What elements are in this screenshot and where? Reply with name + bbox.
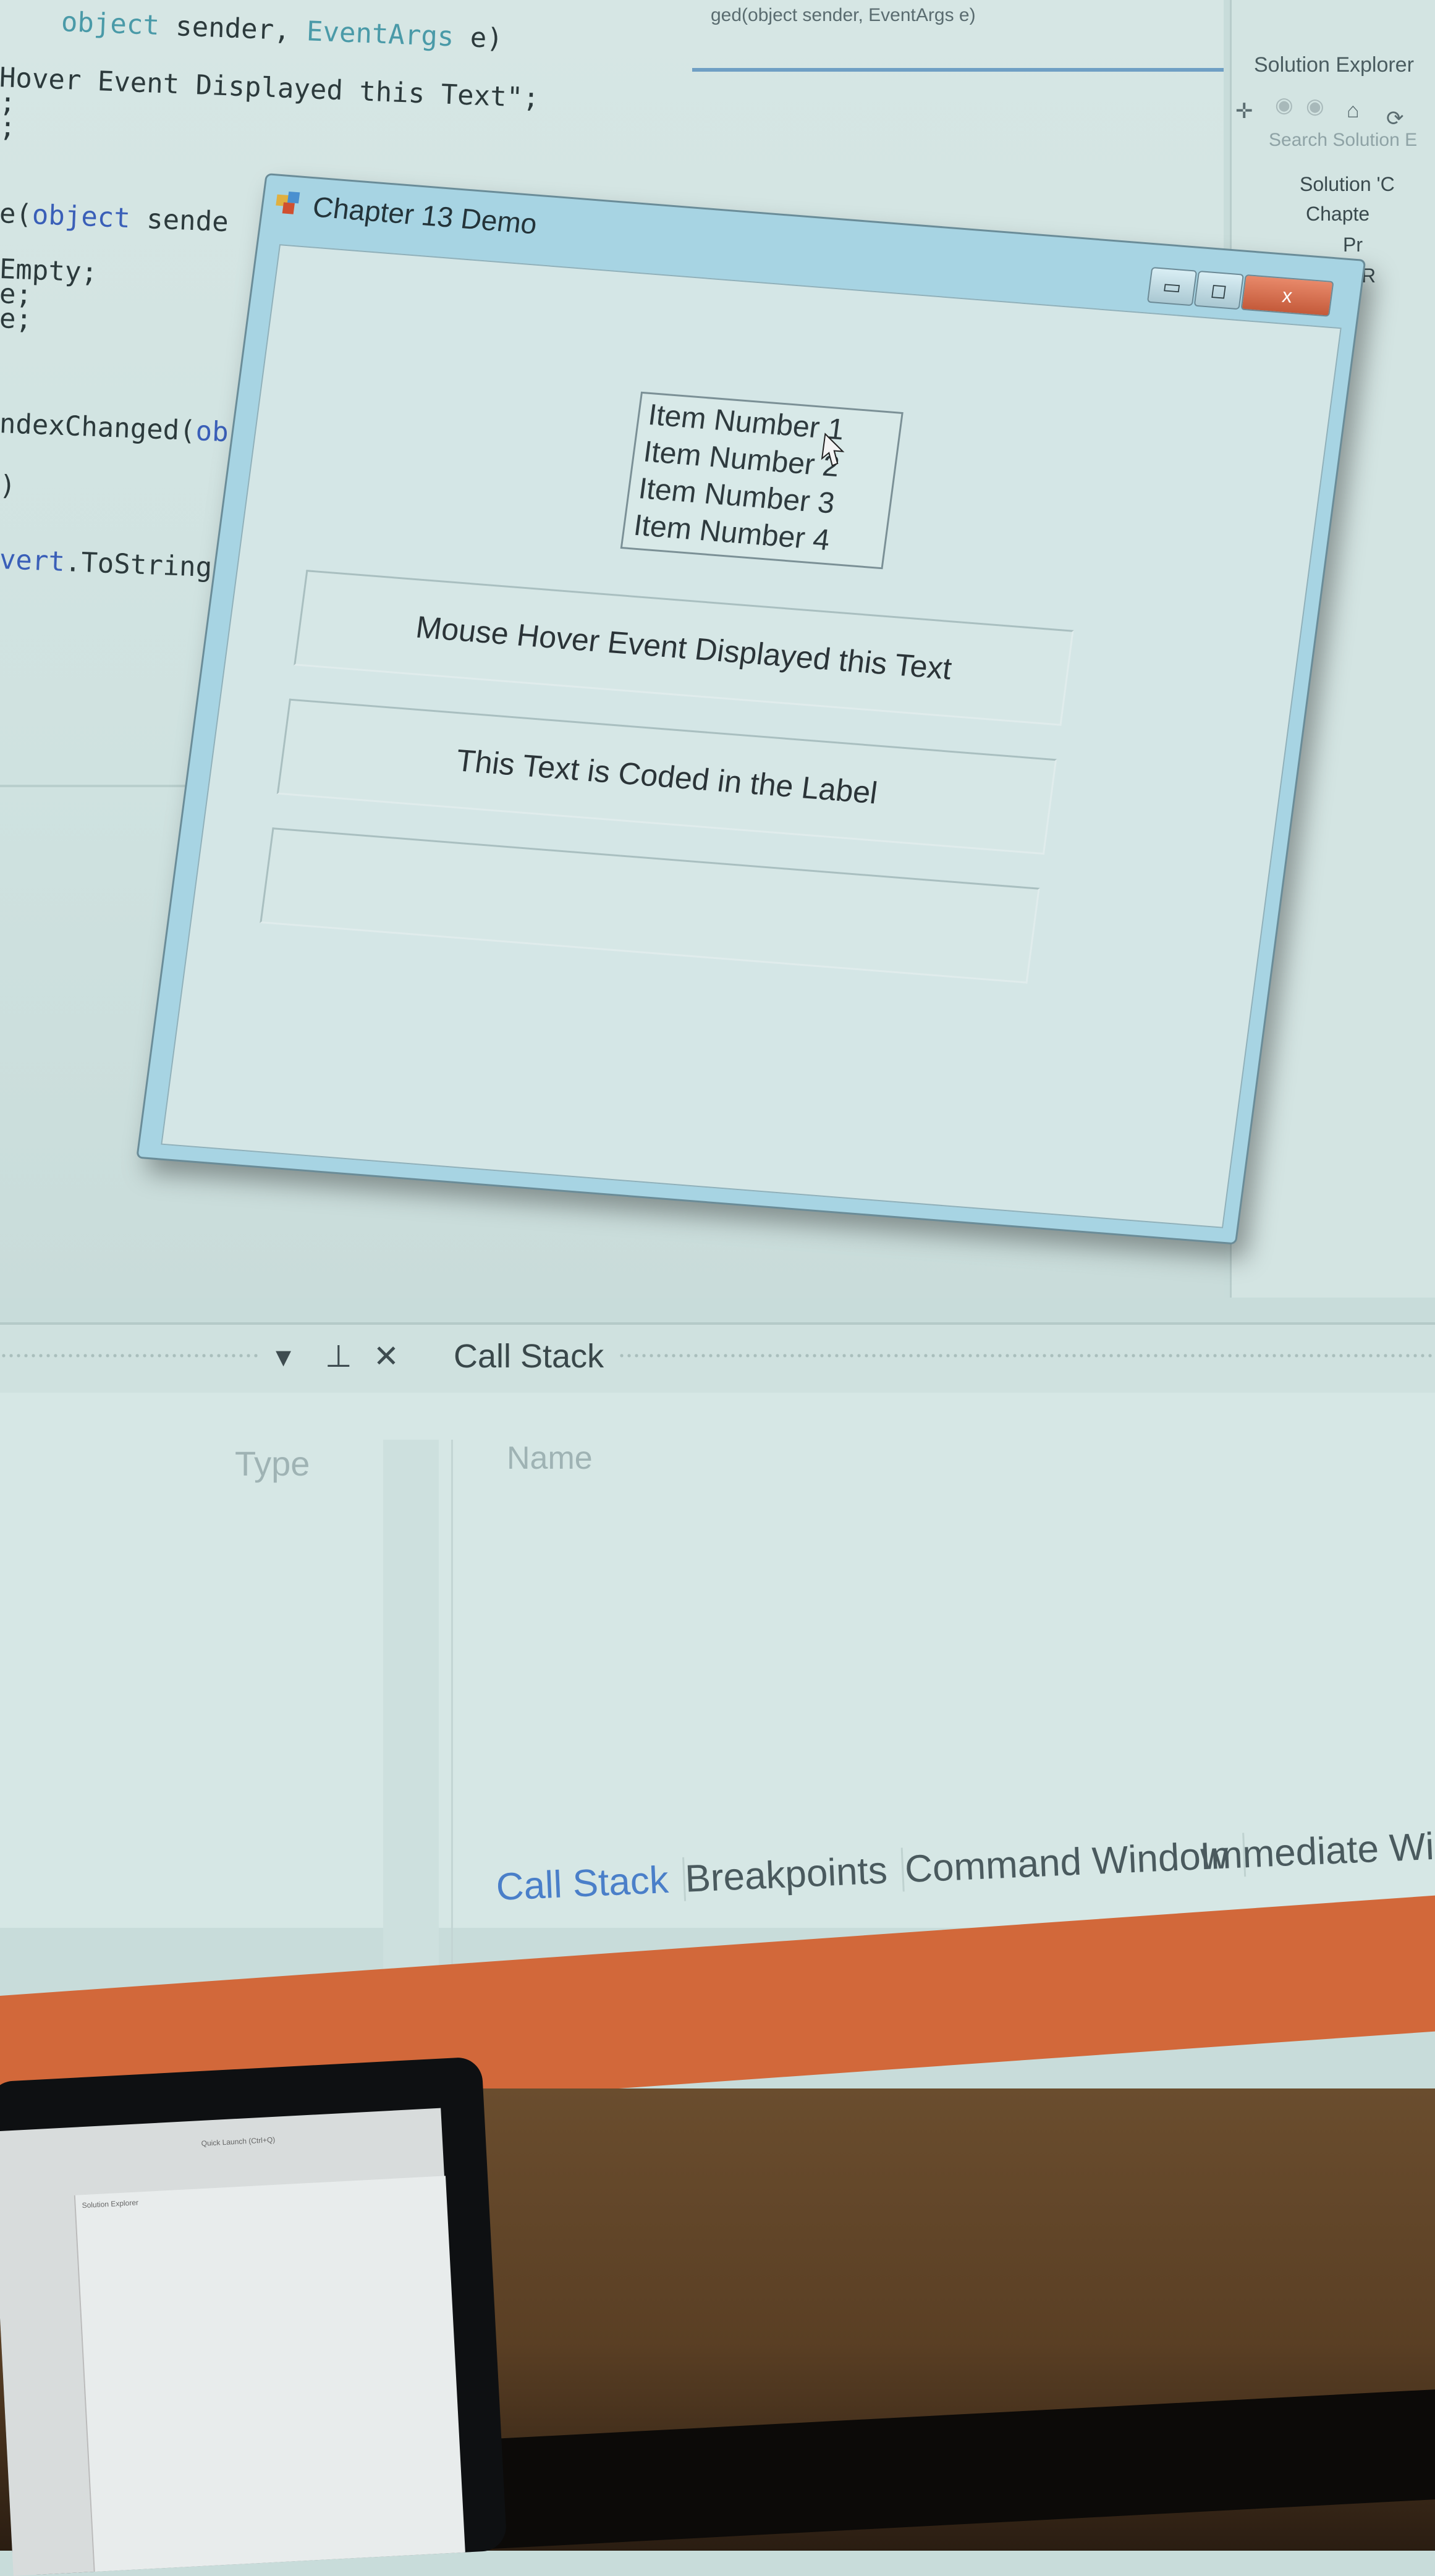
quick-launch-input: Quick Launch (Ctrl+Q)	[201, 2135, 276, 2148]
pin-icon[interactable]: ✛	[1235, 99, 1253, 124]
tab-breakpoints[interactable]: Breakpoints	[684, 1848, 905, 1901]
panel-grip	[0, 1352, 260, 1361]
empty-label	[260, 827, 1040, 984]
laptop-solution-explorer-title: Solution Explorer	[82, 2198, 139, 2210]
demo-window[interactable]: Chapter 13 Demo ▭ ◻ x Item Number 1 Item…	[136, 173, 1366, 1245]
editor-tab-text: ged(object sender, EventArgs e)	[711, 5, 976, 25]
code-line[interactable]: vert.ToString(	[0, 544, 229, 584]
code-line[interactable]: Hover Event Displayed this Text";	[0, 62, 540, 114]
maximize-button[interactable]: ◻	[1193, 270, 1244, 310]
forward-icon[interactable]: ◉	[1306, 94, 1324, 119]
laptop: Quick Launch (Ctrl+Q) Solution Explorer	[0, 2056, 507, 2576]
app-icon	[276, 192, 300, 214]
minimize-button[interactable]: ▭	[1146, 266, 1198, 306]
solution-explorer-title: Solution Explorer	[1254, 53, 1414, 77]
item-listbox[interactable]: Item Number 1 Item Number 2 Item Number …	[620, 391, 904, 570]
tab-call-stack[interactable]: Call Stack	[495, 1857, 687, 1910]
code-line[interactable]: ;	[0, 111, 16, 143]
solution-search-input[interactable]: Search Solution E	[1269, 130, 1417, 151]
close-icon[interactable]: ✕	[373, 1338, 399, 1374]
laptop-screen: Quick Launch (Ctrl+Q) Solution Explorer	[0, 2108, 465, 2576]
scrollbar[interactable]	[383, 1440, 439, 2008]
back-icon[interactable]: ◉	[1275, 93, 1293, 117]
pin-icon[interactable]: ⊥	[325, 1338, 352, 1374]
tree-node-solution[interactable]: Solution 'C	[1300, 173, 1395, 196]
name-column-header[interactable]: Name	[507, 1440, 593, 1477]
tree-node-project[interactable]: Chapte	[1306, 203, 1369, 226]
type-column-header[interactable]: Type	[235, 1443, 310, 1484]
code-line[interactable]: ndexChanged(ob	[0, 408, 229, 448]
code-line[interactable]: )	[0, 470, 16, 502]
window-title: Chapter 13 Demo	[311, 190, 539, 240]
tab-command-window[interactable]: Command Window	[904, 1833, 1246, 1892]
home-icon[interactable]: ⌂	[1347, 99, 1360, 123]
panel-grip	[618, 1352, 1435, 1361]
code-line[interactable]: e(object sende	[0, 198, 229, 238]
mouse-cursor-icon	[821, 433, 845, 467]
editor-tab-header[interactable]: ged(object sender, EventArgs e)	[692, 0, 1224, 72]
dropdown-icon[interactable]: ▾	[276, 1338, 291, 1374]
sync-icon[interactable]: ⟳	[1386, 106, 1404, 131]
panel-title: Call Stack	[454, 1338, 604, 1375]
code-line[interactable]: e;	[0, 303, 33, 336]
close-button[interactable]: x	[1240, 274, 1334, 317]
tree-node-properties[interactable]: Pr	[1343, 234, 1363, 256]
panel-header: ▾ ⊥ ✕ Call Stack	[0, 1322, 1435, 1393]
laptop-solution-pane: Solution Explorer	[74, 2176, 465, 2572]
tab-immediate-window[interactable]: Immediate Wind	[1199, 1822, 1435, 1879]
hover-label: Mouse Hover Event Displayed this Text	[294, 570, 1074, 726]
window-client-area: Item Number 1 Item Number 2 Item Number …	[161, 244, 1342, 1228]
code-line[interactable]: object sender, EventArgs e)	[61, 6, 504, 54]
coded-label: This Text is Coded in the Label	[276, 698, 1057, 855]
